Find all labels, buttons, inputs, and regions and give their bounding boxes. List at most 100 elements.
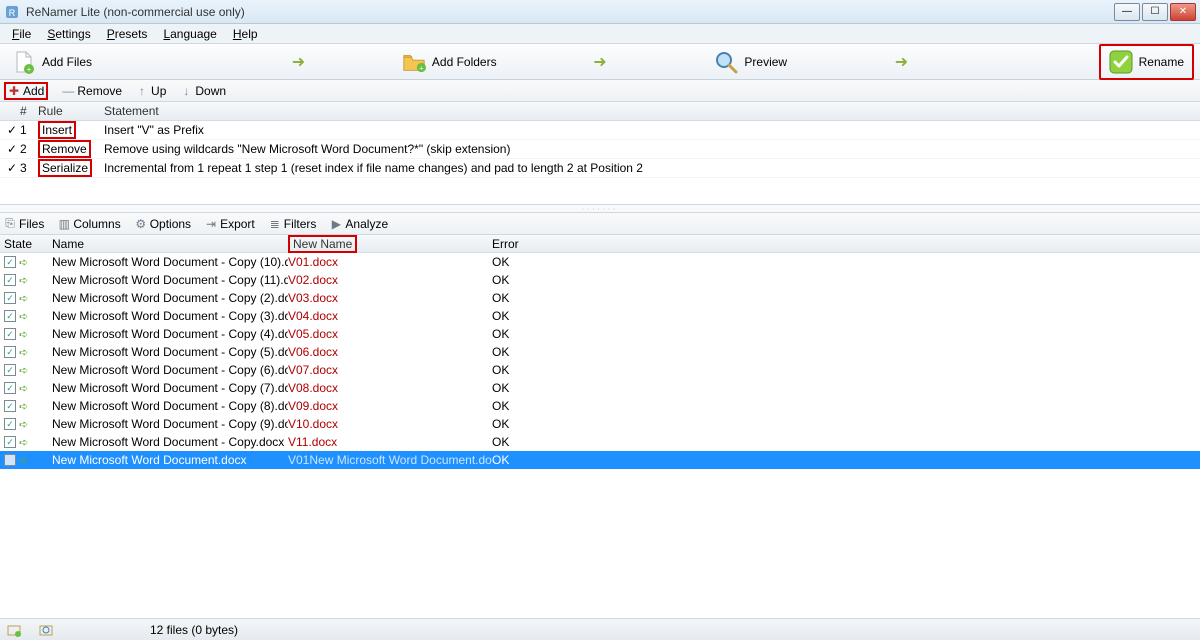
file-newname: V02.docx [288, 273, 492, 287]
export-btn[interactable]: ⇥Export [205, 217, 255, 231]
files-toolbar: ⎘Files ▥Columns ⚙Options ⇥Export ≣Filter… [0, 213, 1200, 235]
arrow-icon: ➪ [19, 346, 28, 359]
file-checkbox[interactable]: ✓ [4, 274, 16, 286]
close-button[interactable]: ✕ [1170, 3, 1196, 21]
down-rule-button[interactable]: ↓Down [180, 84, 226, 98]
file-row[interactable]: ✓➪New Microsoft Word Document - Copy (6)… [0, 361, 1200, 379]
file-checkbox[interactable]: ✓ [4, 400, 16, 412]
file-name: New Microsoft Word Document - Copy (11).… [52, 273, 288, 287]
file-newname: V03.docx [288, 291, 492, 305]
file-checkbox[interactable] [4, 454, 16, 466]
file-newname: V11.docx [288, 435, 492, 449]
file-name: New Microsoft Word Document - Copy (7).d… [52, 381, 288, 395]
col-num[interactable]: # [20, 104, 38, 118]
rule-row[interactable]: ✓2RemoveRemove using wildcards "New Micr… [0, 140, 1200, 159]
file-checkbox[interactable]: ✓ [4, 346, 16, 358]
down-arrow-icon: ↓ [180, 84, 192, 98]
options-btn[interactable]: ⚙Options [135, 217, 191, 231]
add-rule-button[interactable]: ✚Add [8, 84, 44, 98]
col-state[interactable]: State [4, 237, 52, 251]
file-row[interactable]: ✓➪New Microsoft Word Document - Copy (10… [0, 253, 1200, 271]
file-row[interactable]: ✓➪New Microsoft Word Document - Copy (7)… [0, 379, 1200, 397]
arrow-icon: ➪ [19, 400, 28, 413]
svg-text:+: + [27, 65, 32, 74]
file-name: New Microsoft Word Document - Copy (4).d… [52, 327, 288, 341]
file-row[interactable]: ✓➪New Microsoft Word Document - Copy (9)… [0, 415, 1200, 433]
col-name[interactable]: Name [52, 237, 288, 251]
add-folders-button[interactable]: + Add Folders [396, 48, 503, 76]
file-checkbox[interactable]: ✓ [4, 418, 16, 430]
rename-button[interactable]: Rename [1103, 48, 1190, 76]
filters-btn[interactable]: ≣Filters [269, 217, 317, 231]
svg-text:+: + [419, 63, 423, 72]
col-error[interactable]: Error [492, 237, 1196, 251]
arrow-icon: ➪ [19, 274, 28, 287]
file-row[interactable]: ✓➪New Microsoft Word Document - Copy (4)… [0, 325, 1200, 343]
export-icon: ⇥ [205, 217, 217, 231]
options-icon: ⚙ [135, 217, 147, 231]
columns-btn[interactable]: ▥Columns [58, 217, 120, 231]
file-row[interactable]: ✓➪ New Microsoft Word Document - Copy (8)… [0, 397, 1200, 415]
add-files-label: Add Files [42, 55, 92, 69]
menu-file[interactable]: File [4, 25, 39, 43]
rule-checkbox[interactable]: ✓ [7, 123, 17, 137]
arrow-icon: ➪ [19, 364, 28, 377]
col-newname[interactable]: New Name [288, 235, 492, 253]
file-checkbox[interactable]: ✓ [4, 364, 16, 376]
rules-header: # Rule Statement [0, 102, 1200, 121]
file-checkbox[interactable]: ✓ [4, 310, 16, 322]
remove-rule-button[interactable]: —Remove [62, 84, 122, 98]
menu-settings[interactable]: Settings [39, 25, 98, 43]
file-newname: V05.docx [288, 327, 492, 341]
analyze-btn[interactable]: ▶Analyze [330, 217, 388, 231]
file-checkbox[interactable]: ✓ [4, 256, 16, 268]
file-name: New Microsoft Word Document - Copy (5).d… [52, 345, 288, 359]
file-row[interactable]: ✓➪New Microsoft Word Document - Copy (3)… [0, 307, 1200, 325]
splitter-handle[interactable]: ∙∙∙∙∙∙∙ [0, 205, 1200, 213]
rule-checkbox[interactable]: ✓ [7, 142, 17, 156]
file-row[interactable]: ✓➪ New Microsoft Word Document - Copy (5)… [0, 343, 1200, 361]
file-checkbox[interactable]: ✓ [4, 382, 16, 394]
file-checkbox[interactable]: ✓ [4, 292, 16, 304]
add-files-button[interactable]: + Add Files [6, 48, 98, 76]
app-icon: R [4, 4, 20, 20]
rule-row[interactable]: ✓3SerializeIncremental from 1 repeat 1 s… [0, 159, 1200, 178]
rule-statement: Incremental from 1 repeat 1 step 1 (rese… [104, 161, 1196, 175]
file-row[interactable]: ✓➪New Microsoft Word Document - Copy.doc… [0, 433, 1200, 451]
arrow-icon: ➜ [893, 52, 911, 72]
window-titlebar: R ReNamer Lite (non-commercial use only)… [0, 0, 1200, 24]
menu-presets[interactable]: Presets [99, 25, 156, 43]
file-row[interactable]: ✓➪ New Microsoft Word Document - Copy (11… [0, 271, 1200, 289]
file-row[interactable]: ✓➪New Microsoft Word Document - Copy (2)… [0, 289, 1200, 307]
file-name: New Microsoft Word Document - Copy (8).d… [52, 399, 288, 413]
maximize-button[interactable]: ☐ [1142, 3, 1168, 21]
status-icon-2[interactable] [38, 622, 54, 638]
minimize-button[interactable]: — [1114, 3, 1140, 21]
rule-row[interactable]: ✓1InsertInsert "V" as Prefix [0, 121, 1200, 140]
col-statement[interactable]: Statement [104, 104, 1196, 118]
files-btn[interactable]: ⎘Files [4, 216, 44, 231]
check-icon [1109, 50, 1133, 74]
preview-button[interactable]: Preview [708, 48, 793, 76]
up-rule-button[interactable]: ↑Up [136, 84, 166, 98]
files-table: State Name New Name Error ✓➪New Microsof… [0, 235, 1200, 618]
rule-checkbox[interactable]: ✓ [7, 161, 17, 175]
files-blank-area[interactable] [0, 469, 1200, 618]
status-icon-1[interactable] [6, 622, 22, 638]
file-newname: V01New Microsoft Word Document.docx [288, 453, 492, 467]
arrow-icon: ➜ [591, 52, 609, 72]
menu-help[interactable]: Help [225, 25, 266, 43]
file-error: OK [492, 309, 1196, 323]
col-rule[interactable]: Rule [38, 104, 104, 118]
arrow-icon: ➪ [19, 418, 28, 431]
file-checkbox[interactable]: ✓ [4, 328, 16, 340]
file-newname: V08.docx [288, 381, 492, 395]
files-header: State Name New Name Error [0, 235, 1200, 253]
rule-number: 1 [20, 123, 38, 137]
file-icon: + [12, 50, 36, 74]
file-row[interactable]: ➪New Microsoft Word Document.docxV01New … [0, 451, 1200, 469]
menu-language[interactable]: Language [155, 25, 224, 43]
add-folders-label: Add Folders [432, 55, 497, 69]
file-checkbox[interactable]: ✓ [4, 436, 16, 448]
minus-icon: — [62, 84, 74, 98]
